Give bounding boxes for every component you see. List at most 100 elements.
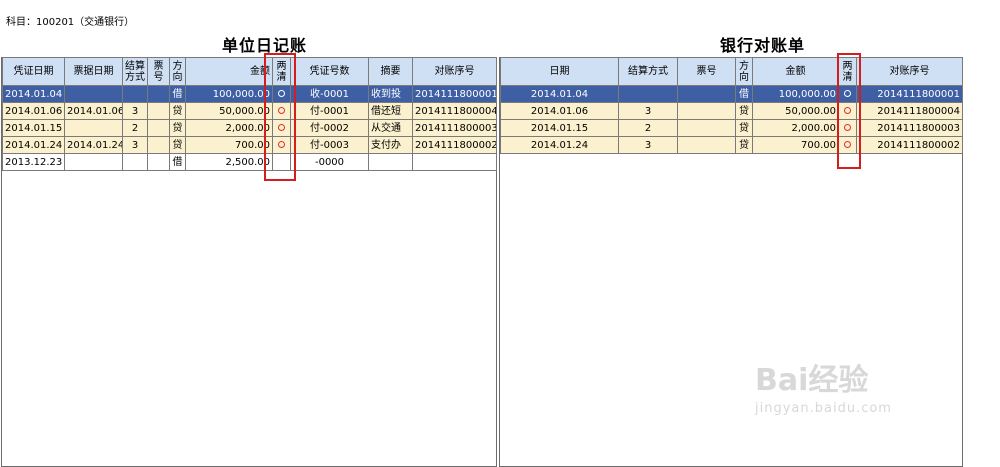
ticket-cell[interactable] [147, 119, 170, 137]
col-summary[interactable]: 摘要 [368, 57, 413, 86]
voucher-date-cell[interactable]: 2014.01.15 [2, 119, 65, 137]
col-direction[interactable]: 方向 [169, 57, 186, 86]
direction-cell[interactable]: 贷 [169, 102, 186, 120]
method-cell[interactable] [122, 85, 148, 103]
journal-table: 凭证日期 票据日期 结算方式 票号 方向 金额 两清 凭证号数 摘要 对账序号 … [2, 57, 497, 171]
journal-row[interactable]: 2014.01.15 2 贷 2,000.00 付-0002 从交通 20141118000… [2, 119, 497, 137]
amount-cell[interactable]: 700.00 [752, 136, 839, 154]
voucher-date-cell[interactable]: 2014.01.04 [2, 85, 65, 103]
bill-date-cell[interactable]: 2014.01.24 [64, 136, 123, 154]
col-amount[interactable]: 金额 [185, 57, 273, 86]
col-seq[interactable]: 对账序号 [412, 57, 497, 86]
col-bill-date[interactable]: 票据日期 [64, 57, 123, 86]
voucher-no-cell[interactable]: 付-0002 [290, 119, 369, 137]
seq-cell[interactable]: 2014111800002 [412, 136, 497, 154]
amount-cell[interactable]: 50,000.00 [185, 102, 273, 120]
statement-row[interactable]: 2014.01.24 3 贷 700.00 2014111800002 [500, 136, 963, 154]
date-cell[interactable]: 2014.01.15 [500, 119, 619, 137]
ticket-cell[interactable] [147, 85, 170, 103]
method-cell[interactable]: 2 [122, 119, 148, 137]
subject-label: 科目：100201（交通银行） [6, 17, 135, 28]
seq-cell[interactable]: 2014111800004 [412, 102, 497, 120]
journal-row[interactable]: 2014.01.06 2014.01.06 3 贷 50,000.00 付-0001 借还短… [2, 102, 497, 120]
seq-cell[interactable] [412, 153, 497, 171]
direction-cell[interactable]: 贷 [735, 102, 753, 120]
voucher-date-cell[interactable]: 2014.01.24 [2, 136, 65, 154]
method-cell[interactable]: 3 [122, 136, 148, 154]
direction-cell[interactable]: 借 [735, 85, 753, 103]
ticket-cell[interactable] [677, 102, 736, 120]
col-amount[interactable]: 金额 [752, 57, 839, 86]
statement-panel: 日期 结算方式 票号 方向 金额 两清 对账序号 2014.01.04 借 100,… [499, 57, 963, 467]
amount-cell[interactable]: 100,000.00 [185, 85, 273, 103]
bill-date-cell[interactable]: 2014.01.06 [64, 102, 123, 120]
voucher-date-cell[interactable]: 2014.01.06 [2, 102, 65, 120]
col-date[interactable]: 日期 [500, 57, 619, 86]
bill-date-cell[interactable] [64, 85, 123, 103]
amount-cell[interactable]: 2,500.00 [185, 153, 273, 171]
bill-date-cell[interactable] [64, 153, 123, 171]
summary-cell[interactable]: 借还短 [368, 102, 413, 120]
bill-date-cell[interactable] [64, 119, 123, 137]
seq-cell[interactable]: 2014111800004 [856, 102, 963, 120]
voucher-no-cell[interactable]: -0000 [290, 153, 369, 171]
journal-panel: 凭证日期 票据日期 结算方式 票号 方向 金额 两清 凭证号数 摘要 对账序号 … [1, 57, 497, 467]
journal-row[interactable]: 2014.01.04 借 100,000.00 收-0001 收到投 2014111800… [2, 85, 497, 103]
summary-cell[interactable]: 收到投 [368, 85, 413, 103]
seq-cell[interactable]: 2014111800001 [412, 85, 497, 103]
direction-cell[interactable]: 借 [169, 85, 186, 103]
statement-table: 日期 结算方式 票号 方向 金额 两清 对账序号 2014.01.04 借 100,… [500, 57, 963, 154]
amount-cell[interactable]: 100,000.00 [752, 85, 839, 103]
col-ticket[interactable]: 票号 [147, 57, 170, 86]
amount-cell[interactable]: 50,000.00 [752, 102, 839, 120]
ticket-cell[interactable] [677, 85, 736, 103]
summary-cell[interactable] [368, 153, 413, 171]
direction-cell[interactable]: 贷 [169, 119, 186, 137]
seq-cell[interactable]: 2014111800003 [856, 119, 963, 137]
direction-cell[interactable]: 贷 [169, 136, 186, 154]
seq-cell[interactable]: 2014111800003 [412, 119, 497, 137]
col-direction[interactable]: 方向 [735, 57, 753, 86]
statement-row[interactable]: 2014.01.15 2 贷 2,000.00 2014111800003 [500, 119, 963, 137]
ticket-cell[interactable] [147, 136, 170, 154]
date-cell[interactable]: 2014.01.24 [500, 136, 619, 154]
amount-cell[interactable]: 2,000.00 [185, 119, 273, 137]
method-cell[interactable] [618, 85, 678, 103]
amount-cell[interactable]: 2,000.00 [752, 119, 839, 137]
date-cell[interactable]: 2014.01.04 [500, 85, 619, 103]
col-ticket[interactable]: 票号 [677, 57, 736, 86]
summary-cell[interactable]: 支付办 [368, 136, 413, 154]
voucher-date-cell[interactable]: 2013.12.23 [2, 153, 65, 171]
summary-cell[interactable]: 从交通 [368, 119, 413, 137]
seq-cell[interactable]: 2014111800002 [856, 136, 963, 154]
journal-row[interactable]: 2014.01.24 2014.01.24 3 贷 700.00 付-0003 支付办 201… [2, 136, 497, 154]
watermark-logo: Bai经验 [755, 363, 869, 398]
date-cell[interactable]: 2014.01.06 [500, 102, 619, 120]
statement-row[interactable]: 2014.01.04 借 100,000.00 2014111800001 [500, 85, 963, 103]
method-cell[interactable]: 3 [618, 102, 678, 120]
voucher-no-cell[interactable]: 付-0001 [290, 102, 369, 120]
col-method[interactable]: 结算方式 [618, 57, 678, 86]
ticket-cell[interactable] [677, 119, 736, 137]
col-seq[interactable]: 对账序号 [856, 57, 963, 86]
direction-cell[interactable]: 贷 [735, 136, 753, 154]
voucher-no-cell[interactable]: 收-0001 [290, 85, 369, 103]
method-cell[interactable] [122, 153, 148, 171]
method-cell[interactable]: 3 [122, 102, 148, 120]
statement-row[interactable]: 2014.01.06 3 贷 50,000.00 2014111800004 [500, 102, 963, 120]
statement-title: 银行对账单 [720, 36, 806, 55]
col-voucher-date[interactable]: 凭证日期 [2, 57, 65, 86]
direction-cell[interactable]: 借 [169, 153, 186, 171]
col-voucher-no[interactable]: 凭证号数 [290, 57, 369, 86]
voucher-no-cell[interactable]: 付-0003 [290, 136, 369, 154]
ticket-cell[interactable] [147, 153, 170, 171]
amount-cell[interactable]: 700.00 [185, 136, 273, 154]
ticket-cell[interactable] [677, 136, 736, 154]
method-cell[interactable]: 2 [618, 119, 678, 137]
method-cell[interactable]: 3 [618, 136, 678, 154]
col-method[interactable]: 结算方式 [122, 57, 148, 86]
seq-cell[interactable]: 2014111800001 [856, 85, 963, 103]
journal-row[interactable]: 2013.12.23 借 2,500.00 -0000 [2, 153, 497, 171]
ticket-cell[interactable] [147, 102, 170, 120]
direction-cell[interactable]: 贷 [735, 119, 753, 137]
